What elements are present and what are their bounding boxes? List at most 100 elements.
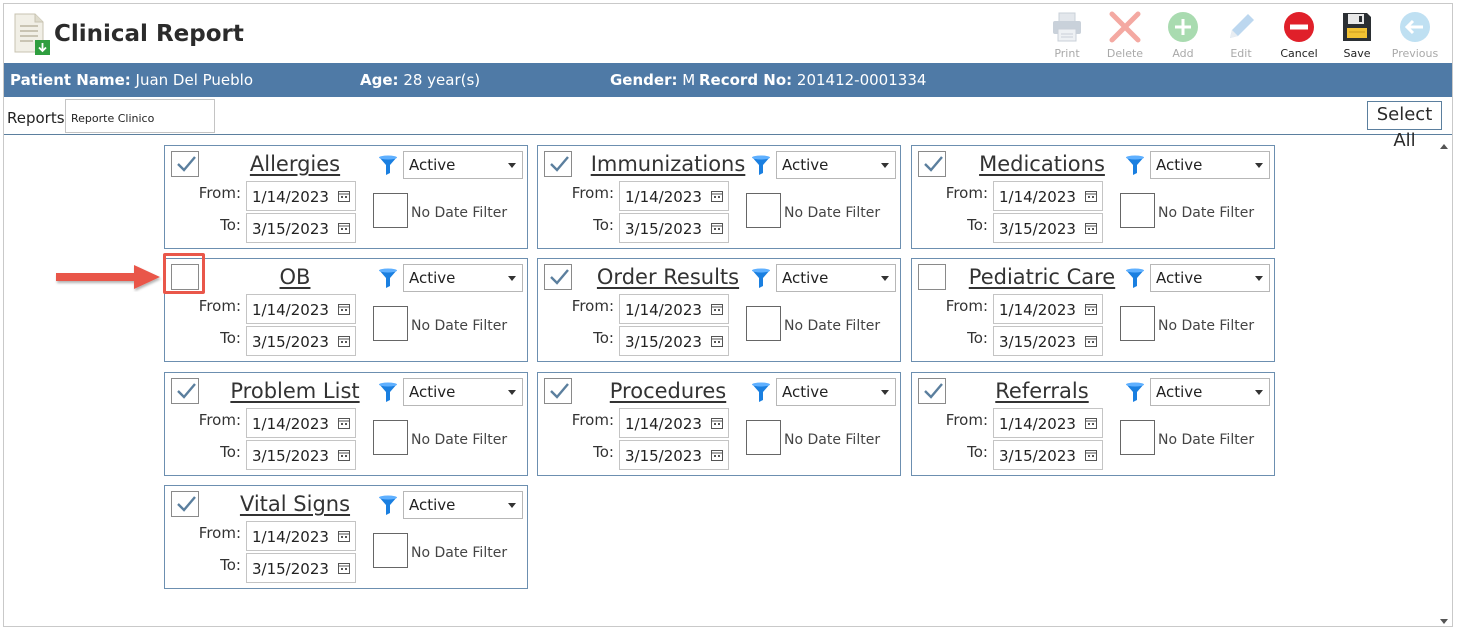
- from-date-input[interactable]: 1/14/2023: [619, 294, 729, 324]
- calendar-icon[interactable]: [338, 562, 350, 574]
- select-all-button[interactable]: Select All: [1367, 101, 1442, 151]
- calendar-icon[interactable]: [338, 222, 350, 234]
- status-dropdown[interactable]: Active: [403, 151, 523, 179]
- status-dropdown[interactable]: Active: [403, 491, 523, 519]
- calendar-icon[interactable]: [1085, 335, 1097, 347]
- add-button[interactable]: Add: [1154, 8, 1212, 62]
- from-date-input[interactable]: 1/14/2023: [619, 181, 729, 211]
- previous-button[interactable]: Previous: [1386, 8, 1444, 62]
- to-date-input[interactable]: 3/15/2023: [993, 440, 1103, 470]
- no-date-filter-checkbox[interactable]: [373, 306, 408, 341]
- to-date-input[interactable]: 3/15/2023: [993, 213, 1103, 243]
- from-date-input[interactable]: 1/14/2023: [993, 294, 1103, 324]
- section-checkbox[interactable]: [918, 151, 946, 177]
- from-label: From:: [945, 297, 988, 315]
- section-checkbox[interactable]: [171, 151, 199, 177]
- from-date-input[interactable]: 1/14/2023: [993, 408, 1103, 438]
- from-date-input[interactable]: 1/14/2023: [246, 408, 356, 438]
- edit-button[interactable]: Edit: [1212, 8, 1270, 62]
- section-title[interactable]: Procedures: [578, 379, 758, 403]
- section-checkbox[interactable]: [171, 378, 199, 404]
- calendar-icon[interactable]: [711, 335, 723, 347]
- calendar-icon[interactable]: [338, 530, 350, 542]
- no-date-filter-label: No Date Filter: [411, 205, 508, 221]
- calendar-icon[interactable]: [1085, 190, 1097, 202]
- calendar-icon[interactable]: [711, 303, 723, 315]
- no-date-filter-checkbox[interactable]: [1120, 306, 1155, 341]
- section-checkbox[interactable]: [918, 378, 946, 404]
- no-date-filter-checkbox[interactable]: [373, 420, 408, 455]
- to-date-input[interactable]: 3/15/2023: [619, 326, 729, 356]
- from-label: From:: [198, 524, 241, 542]
- scroll-down-icon[interactable]: [1440, 619, 1448, 624]
- report-card-procedures: Procedures From: 1/14/2023 To: 3/15/2023 Acti…: [537, 372, 901, 476]
- delete-button[interactable]: Delete: [1096, 8, 1154, 62]
- section-checkbox[interactable]: [171, 491, 199, 517]
- to-date-input[interactable]: 3/15/2023: [246, 213, 356, 243]
- floppy-disk-icon: [1343, 13, 1371, 41]
- calendar-icon[interactable]: [338, 417, 350, 429]
- calendar-icon[interactable]: [711, 222, 723, 234]
- section-title[interactable]: OB: [205, 265, 385, 289]
- to-date-input[interactable]: 3/15/2023: [246, 440, 356, 470]
- calendar-icon[interactable]: [1085, 449, 1097, 461]
- section-title[interactable]: Medications: [952, 152, 1132, 176]
- to-date-input[interactable]: 3/15/2023: [246, 553, 356, 583]
- calendar-icon[interactable]: [338, 303, 350, 315]
- section-checkbox[interactable]: [918, 264, 946, 290]
- status-dropdown[interactable]: Active: [1150, 378, 1270, 406]
- vertical-scrollbar[interactable]: [1436, 138, 1452, 626]
- section-title[interactable]: Order Results: [578, 265, 758, 289]
- section-title[interactable]: Referrals: [952, 379, 1132, 403]
- status-dropdown[interactable]: Active: [776, 378, 896, 406]
- section-checkbox[interactable]: [544, 264, 572, 290]
- check-icon: [924, 156, 943, 172]
- section-checkbox[interactable]: [544, 378, 572, 404]
- no-date-filter-checkbox[interactable]: [746, 193, 781, 228]
- section-title[interactable]: Allergies: [205, 152, 385, 176]
- to-date-input[interactable]: 3/15/2023: [993, 326, 1103, 356]
- calendar-icon[interactable]: [711, 449, 723, 461]
- from-date-input[interactable]: 1/14/2023: [246, 181, 356, 211]
- to-date-input[interactable]: 3/15/2023: [246, 326, 356, 356]
- no-date-filter-checkbox[interactable]: [746, 420, 781, 455]
- calendar-icon[interactable]: [1085, 417, 1097, 429]
- section-title[interactable]: Problem List: [205, 379, 385, 403]
- scroll-up-icon[interactable]: [1440, 144, 1448, 149]
- report-card-allergies: Allergies From: 1/14/2023 To: 3/15/2023 Activ…: [164, 145, 528, 249]
- cancel-button[interactable]: Cancel: [1270, 8, 1328, 62]
- reports-label: Reports:: [7, 109, 70, 127]
- from-date-input[interactable]: 1/14/2023: [246, 521, 356, 551]
- add-circle-icon: [1168, 12, 1198, 42]
- from-date-input[interactable]: 1/14/2023: [619, 408, 729, 438]
- status-dropdown[interactable]: Active: [403, 264, 523, 292]
- reports-input[interactable]: Reporte Clinico: [65, 99, 215, 133]
- save-button[interactable]: Save: [1328, 8, 1386, 62]
- from-date-input[interactable]: 1/14/2023: [993, 181, 1103, 211]
- calendar-icon[interactable]: [1085, 222, 1097, 234]
- no-date-filter-checkbox[interactable]: [1120, 420, 1155, 455]
- no-date-filter-checkbox[interactable]: [373, 533, 408, 568]
- status-dropdown[interactable]: Active: [776, 264, 896, 292]
- calendar-icon[interactable]: [711, 190, 723, 202]
- status-dropdown[interactable]: Active: [403, 378, 523, 406]
- calendar-icon[interactable]: [338, 449, 350, 461]
- section-title[interactable]: Immunizations: [578, 152, 758, 176]
- status-dropdown[interactable]: Active: [1150, 151, 1270, 179]
- to-date-input[interactable]: 3/15/2023: [619, 213, 729, 243]
- status-dropdown[interactable]: Active: [776, 151, 896, 179]
- calendar-icon[interactable]: [338, 190, 350, 202]
- status-dropdown[interactable]: Active: [1150, 264, 1270, 292]
- calendar-icon[interactable]: [1085, 303, 1097, 315]
- no-date-filter-checkbox[interactable]: [746, 306, 781, 341]
- print-button[interactable]: Print: [1038, 8, 1096, 62]
- section-title[interactable]: Vital Signs: [205, 492, 385, 516]
- section-checkbox[interactable]: [544, 151, 572, 177]
- to-date-input[interactable]: 3/15/2023: [619, 440, 729, 470]
- calendar-icon[interactable]: [711, 417, 723, 429]
- no-date-filter-checkbox[interactable]: [1120, 193, 1155, 228]
- section-title[interactable]: Pediatric Care: [952, 265, 1132, 289]
- from-date-input[interactable]: 1/14/2023: [246, 294, 356, 324]
- calendar-icon[interactable]: [338, 335, 350, 347]
- no-date-filter-checkbox[interactable]: [373, 193, 408, 228]
